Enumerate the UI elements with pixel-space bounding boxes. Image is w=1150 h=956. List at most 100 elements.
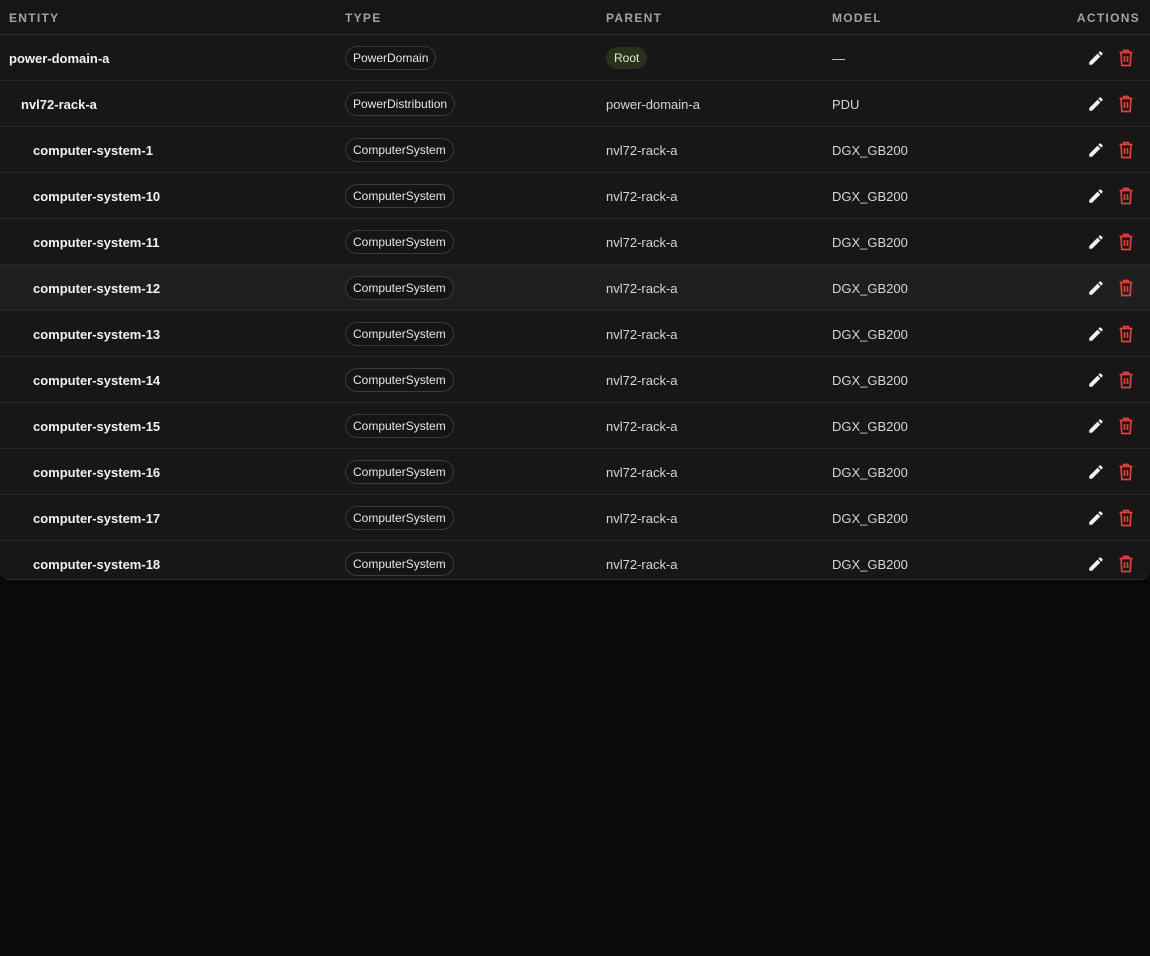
parent-cell: nvl72-rack-a: [606, 495, 678, 541]
edit-button[interactable]: [1085, 415, 1107, 437]
edit-button[interactable]: [1085, 93, 1107, 115]
parent-cell: power-domain-a: [606, 81, 700, 127]
edit-button[interactable]: [1085, 277, 1107, 299]
model-value: DGX_GB200: [832, 372, 908, 388]
type-badge: ComputerSystem: [345, 414, 454, 438]
model-cell: DGX_GB200: [832, 495, 908, 541]
trash-icon: [1119, 187, 1133, 205]
parent-cell: nvl72-rack-a: [606, 265, 678, 311]
delete-button[interactable]: [1115, 415, 1137, 437]
pencil-icon: [1089, 281, 1103, 295]
type-cell: PowerDomain: [345, 35, 437, 81]
edit-button[interactable]: [1085, 553, 1107, 575]
pencil-icon: [1089, 97, 1103, 111]
table-row[interactable]: computer-system-17 ComputerSystem nvl72-…: [0, 495, 1150, 541]
column-header-parent[interactable]: PARENT: [606, 11, 662, 25]
entity-name: computer-system-1: [33, 142, 153, 158]
parent-cell: nvl72-rack-a: [606, 541, 678, 579]
edit-button[interactable]: [1085, 507, 1107, 529]
type-cell: ComputerSystem: [345, 173, 454, 219]
edit-button[interactable]: [1085, 323, 1107, 345]
model-value: —: [832, 50, 845, 66]
edit-button[interactable]: [1085, 139, 1107, 161]
trash-icon: [1119, 325, 1133, 343]
edit-button[interactable]: [1085, 231, 1107, 253]
type-badge: ComputerSystem: [345, 230, 454, 254]
pencil-icon: [1089, 557, 1103, 571]
model-cell: DGX_GB200: [832, 127, 908, 173]
entity-table: ENTITY TYPE PARENT MODEL ACTIONS power-d…: [0, 0, 1150, 580]
type-badge: PowerDomain: [345, 46, 437, 70]
table-row[interactable]: computer-system-18 ComputerSystem nvl72-…: [0, 541, 1150, 579]
entity-cell: nvl72-rack-a: [21, 81, 97, 127]
entity-name: computer-system-10: [33, 188, 161, 204]
table-row[interactable]: computer-system-15 ComputerSystem nvl72-…: [0, 403, 1150, 449]
delete-button[interactable]: [1115, 461, 1137, 483]
parent-value: nvl72-rack-a: [606, 280, 678, 296]
type-cell: ComputerSystem: [345, 265, 454, 311]
type-cell: ComputerSystem: [345, 219, 454, 265]
model-cell: DGX_GB200: [832, 173, 908, 219]
table-row[interactable]: computer-system-11 ComputerSystem nvl72-…: [0, 219, 1150, 265]
table-row[interactable]: computer-system-1 ComputerSystem nvl72-r…: [0, 127, 1150, 173]
parent-value: nvl72-rack-a: [606, 142, 678, 158]
parent-cell: nvl72-rack-a: [606, 173, 678, 219]
trash-icon: [1119, 417, 1133, 435]
model-cell: DGX_GB200: [832, 541, 908, 579]
model-value: DGX_GB200: [832, 326, 908, 342]
delete-button[interactable]: [1115, 231, 1137, 253]
pencil-icon: [1089, 327, 1103, 341]
entity-cell: computer-system-17: [33, 495, 160, 541]
edit-button[interactable]: [1085, 47, 1107, 69]
column-header-model[interactable]: MODEL: [832, 11, 882, 25]
type-cell: ComputerSystem: [345, 449, 454, 495]
pencil-icon: [1089, 143, 1103, 157]
parent-value: nvl72-rack-a: [606, 510, 678, 526]
model-value: DGX_GB200: [832, 280, 908, 296]
delete-button[interactable]: [1115, 277, 1137, 299]
table-row[interactable]: computer-system-13 ComputerSystem nvl72-…: [0, 311, 1150, 357]
model-value: DGX_GB200: [832, 418, 908, 434]
table-header: ENTITY TYPE PARENT MODEL ACTIONS: [0, 0, 1150, 35]
table-row[interactable]: computer-system-14 ComputerSystem nvl72-…: [0, 357, 1150, 403]
parent-value: nvl72-rack-a: [606, 418, 678, 434]
delete-button[interactable]: [1115, 553, 1137, 575]
edit-button[interactable]: [1085, 185, 1107, 207]
delete-button[interactable]: [1115, 507, 1137, 529]
table-row[interactable]: power-domain-a PowerDomain Root —: [0, 35, 1150, 81]
entity-cell: computer-system-11: [33, 219, 159, 265]
model-value: DGX_GB200: [832, 188, 908, 204]
delete-button[interactable]: [1115, 93, 1137, 115]
table-row[interactable]: computer-system-10 ComputerSystem nvl72-…: [0, 173, 1150, 219]
table-row[interactable]: nvl72-rack-a PowerDistribution power-dom…: [0, 81, 1150, 127]
entity-name: computer-system-14: [33, 372, 161, 388]
edit-button[interactable]: [1085, 461, 1107, 483]
model-value: DGX_GB200: [832, 556, 908, 572]
edit-button[interactable]: [1085, 369, 1107, 391]
parent-value: nvl72-rack-a: [606, 188, 678, 204]
column-header-entity[interactable]: ENTITY: [9, 11, 59, 25]
type-cell: PowerDistribution: [345, 81, 456, 127]
column-header-type[interactable]: TYPE: [345, 11, 382, 25]
pencil-icon: [1089, 465, 1103, 479]
delete-button[interactable]: [1115, 185, 1137, 207]
root-badge: Root: [606, 47, 648, 69]
pencil-icon: [1089, 235, 1103, 249]
type-badge: ComputerSystem: [345, 322, 454, 346]
model-cell: —: [832, 35, 845, 81]
table-row[interactable]: computer-system-12 ComputerSystem nvl72-…: [0, 265, 1150, 311]
pencil-icon: [1089, 51, 1103, 65]
delete-button[interactable]: [1115, 369, 1137, 391]
entity-name: computer-system-15: [33, 418, 161, 434]
type-badge: ComputerSystem: [345, 184, 454, 208]
trash-icon: [1119, 233, 1133, 251]
parent-cell: nvl72-rack-a: [606, 357, 678, 403]
pencil-icon: [1089, 373, 1103, 387]
entity-name: computer-system-13: [33, 326, 161, 342]
type-cell: ComputerSystem: [345, 127, 454, 173]
type-cell: ComputerSystem: [345, 403, 454, 449]
delete-button[interactable]: [1115, 323, 1137, 345]
table-row[interactable]: computer-system-16 ComputerSystem nvl72-…: [0, 449, 1150, 495]
delete-button[interactable]: [1115, 47, 1137, 69]
delete-button[interactable]: [1115, 139, 1137, 161]
